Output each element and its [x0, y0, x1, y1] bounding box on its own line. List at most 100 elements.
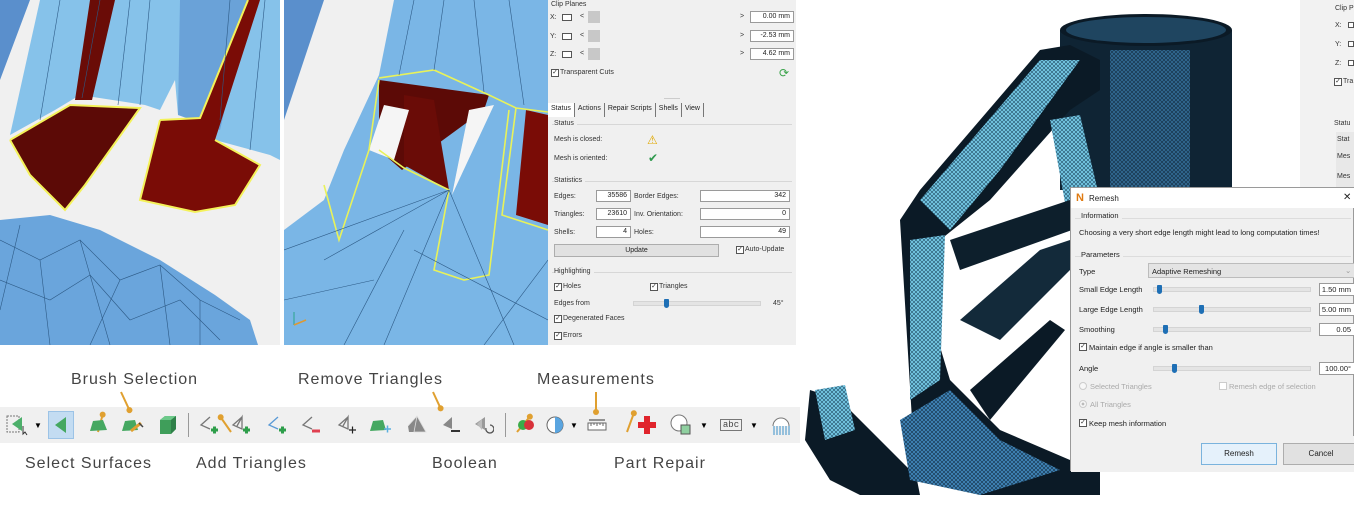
add-triangle-button[interactable] [196, 411, 222, 439]
smoothing-label: Smoothing [1079, 325, 1115, 334]
edges-from-label: Edges from [554, 300, 590, 307]
clip-x-slider[interactable] [588, 11, 600, 23]
viewport-holes-after[interactable] [284, 0, 548, 345]
clip-x-toggle[interactable] [562, 14, 572, 21]
small-edge-slider[interactable] [1153, 285, 1311, 294]
remesh-dialog: N Remesh ✕ Information Choosing a very s… [1070, 187, 1354, 472]
clip-z-toggle-partial[interactable] [1348, 60, 1354, 66]
edges-from-slider-thumb[interactable] [664, 299, 669, 308]
close-icon[interactable]: ✕ [1343, 192, 1351, 203]
section-view-button[interactable] [542, 411, 568, 439]
large-edge-field[interactable]: 5.00 mm [1319, 303, 1354, 316]
clip-x-toggle-partial[interactable] [1348, 22, 1354, 28]
chevron-down-icon: ⌄ [1345, 266, 1352, 275]
axis-label: Y: [1335, 41, 1342, 48]
triangulate-button[interactable] [404, 411, 430, 439]
move-vertex-icon [337, 414, 356, 434]
small-edge-field[interactable]: 1.50 mm [1319, 283, 1354, 296]
add-triangle-edge-button[interactable] [264, 411, 290, 439]
text-label-dropdown[interactable]: ▼ [748, 411, 760, 439]
small-edge-slider-thumb[interactable] [1157, 285, 1162, 294]
rect-select-button[interactable] [5, 411, 31, 439]
statistics-group-title: Statistics [554, 177, 586, 184]
surface-select-icon [90, 420, 107, 431]
remove-triangles-button[interactable] [438, 411, 464, 439]
refresh-icon[interactable]: ⟳ [779, 66, 789, 80]
cancel-button[interactable]: Cancel [1283, 443, 1354, 465]
transparent-cuts-checkbox-partial[interactable]: ✓ [1334, 78, 1342, 86]
clip-y-toggle-partial[interactable] [1348, 41, 1354, 47]
tab-repair-scripts[interactable]: Repair Scripts [605, 103, 656, 117]
selected-triangles-radio[interactable] [1079, 382, 1087, 390]
app-logo-icon: N [1076, 192, 1084, 204]
analysis-dropdown[interactable]: ▼ [698, 411, 710, 439]
type-select[interactable]: Adaptive Remeshing ⌄ [1148, 263, 1354, 278]
small-edge-label: Small Edge Length [1079, 285, 1143, 294]
clip-y-slider[interactable] [588, 30, 600, 42]
tab-status[interactable]: Status [548, 103, 575, 117]
clip-y-right-arrow[interactable]: > [740, 32, 744, 39]
text-label-button[interactable]: abc [716, 411, 746, 439]
clip-x-left-arrow[interactable]: < [580, 13, 584, 20]
analysis-icon [670, 414, 691, 435]
triangles-highlight-checkbox[interactable]: ✓ [650, 283, 658, 291]
brush-selection-button[interactable] [120, 411, 146, 439]
select-triangles-button[interactable] [48, 411, 74, 439]
section-view-dropdown[interactable]: ▼ [568, 411, 580, 439]
angle-field[interactable]: 100.00° [1319, 362, 1354, 375]
add-triangle-point-button[interactable] [228, 411, 254, 439]
boolean-button[interactable] [514, 411, 540, 439]
axis-label: X: [1335, 22, 1342, 29]
smoothing-field[interactable]: 0.05 [1319, 323, 1354, 336]
holes-highlight-checkbox[interactable]: ✓ [554, 283, 562, 291]
move-vertex-button[interactable] [334, 411, 360, 439]
mesh-repair-panel-partial: Clip P X: Y: Z: ✓ Tra Statu Stat Mes Mes [1300, 0, 1354, 188]
select-shell-button[interactable] [155, 411, 181, 439]
errors-checkbox[interactable]: ✓ [554, 332, 562, 340]
auto-update-checkbox[interactable]: ✓ [736, 246, 744, 254]
keep-mesh-checkbox[interactable]: ✓ [1079, 419, 1087, 427]
clip-y-value-field[interactable]: -2.53 mm [750, 30, 794, 42]
clip-z-left-arrow[interactable]: < [580, 50, 584, 57]
clip-x-right-arrow[interactable]: > [740, 13, 744, 20]
large-edge-slider-thumb[interactable] [1199, 305, 1204, 314]
smoothing-slider-thumb[interactable] [1163, 325, 1168, 334]
fill-surface-button[interactable] [368, 411, 394, 439]
angle-label: Angle [1079, 364, 1099, 373]
part-repair-button[interactable] [634, 411, 660, 439]
edges-from-slider[interactable] [633, 299, 761, 308]
tab-shells[interactable]: Shells [656, 103, 682, 117]
select-surfaces-button[interactable] [86, 411, 112, 439]
angle-slider-thumb[interactable] [1172, 364, 1177, 373]
clip-z-toggle[interactable] [562, 51, 572, 58]
smoothing-slider[interactable] [1153, 325, 1311, 334]
maintain-edge-checkbox[interactable]: ✓ [1079, 343, 1087, 351]
clip-y-toggle[interactable] [562, 33, 572, 40]
clip-z-right-arrow[interactable]: > [740, 50, 744, 57]
support-button[interactable] [768, 411, 794, 439]
mesh-oriented-label-partial: Mes [1337, 173, 1351, 180]
clip-x-value-field[interactable]: 0.00 mm [750, 11, 794, 23]
tab-view[interactable]: View [682, 103, 704, 117]
select-mode-dropdown[interactable]: ▼ [32, 411, 44, 439]
tab-actions[interactable]: Actions [575, 103, 605, 117]
tab-status-partial[interactable]: Statu [1334, 120, 1350, 127]
remove-triangle-edge-button[interactable] [298, 411, 324, 439]
flip-triangles-button[interactable] [470, 411, 496, 439]
degenerated-faces-checkbox[interactable]: ✓ [554, 315, 562, 323]
clip-z-slider[interactable] [588, 48, 600, 60]
splitter-handle[interactable] [664, 98, 680, 99]
all-triangles-radio[interactable] [1079, 400, 1087, 408]
large-edge-slider[interactable] [1153, 305, 1311, 314]
measurements-button[interactable] [584, 411, 610, 439]
viewport-holes-before[interactable] [0, 0, 280, 345]
clip-y-left-arrow[interactable]: < [580, 32, 584, 39]
analysis-button[interactable] [668, 411, 694, 439]
remesh-edge-checkbox[interactable] [1219, 382, 1227, 390]
angle-slider[interactable] [1153, 364, 1311, 373]
red-cross-icon [638, 416, 656, 434]
transparent-cuts-checkbox[interactable]: ✓ [551, 69, 559, 77]
remesh-button[interactable]: Remesh [1201, 443, 1277, 465]
update-button[interactable]: Update [554, 244, 719, 257]
clip-z-value-field[interactable]: 4.62 mm [750, 48, 794, 60]
